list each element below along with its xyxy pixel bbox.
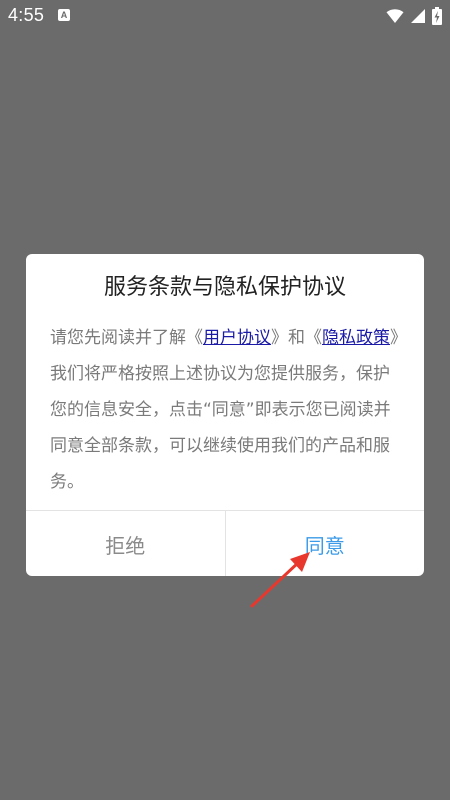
status-time: 4:55 — [8, 5, 45, 25]
signal-icon — [411, 9, 425, 23]
privacy-dialog: 服务条款与隐私保护协议 请您先阅读并了解《用户协议》和《隐私政策》我们将严格按照… — [26, 254, 424, 576]
status-bar: 4:55 A — [0, 0, 450, 32]
dialog-body: 请您先阅读并了解《用户协议》和《隐私政策》我们将严格按照上述协议为您提供服务，保… — [50, 320, 402, 500]
dialog-footer: 拒绝 同意 — [26, 510, 424, 576]
notification-icon: A — [58, 9, 70, 21]
wifi-icon — [386, 9, 404, 23]
reject-button[interactable]: 拒绝 — [26, 511, 226, 576]
body-text: 请您先阅读并了解《 — [50, 328, 203, 348]
agree-button[interactable]: 同意 — [226, 511, 425, 576]
body-text: 》和《 — [271, 328, 322, 348]
body-text: 》我们将严格按照上述协议为您提供服务，保护您的信息安全，点击“同意”即表示您已阅… — [50, 328, 399, 492]
user-agreement-link[interactable]: 用户协议 — [203, 328, 271, 348]
battery-charging-icon — [432, 7, 442, 25]
privacy-policy-link[interactable]: 隐私政策 — [322, 328, 390, 348]
status-icons — [386, 6, 442, 26]
dialog-title: 服务条款与隐私保护协议 — [103, 275, 346, 300]
